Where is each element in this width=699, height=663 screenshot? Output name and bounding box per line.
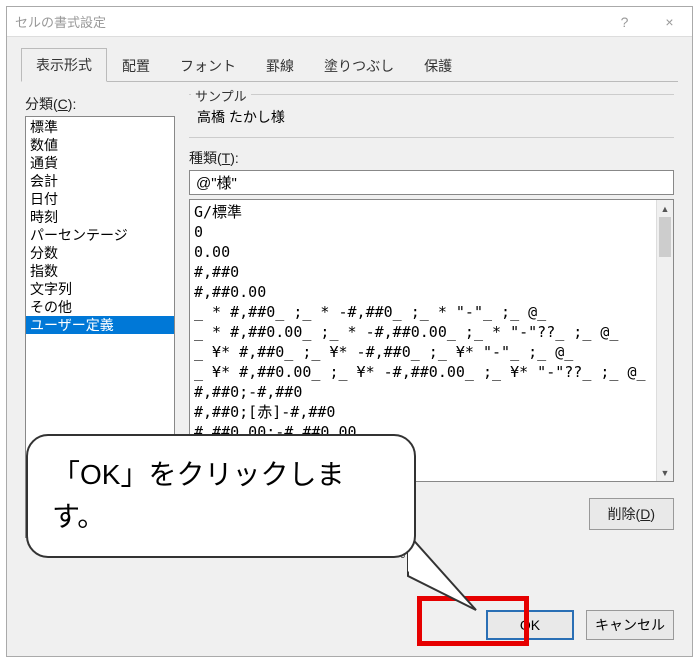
close-button[interactable]: × xyxy=(647,7,692,37)
scroll-track[interactable] xyxy=(657,217,673,464)
list-item[interactable]: 日付 xyxy=(26,190,174,208)
sample-value: 高橋 たかし様 xyxy=(195,99,668,127)
type-input[interactable] xyxy=(189,170,674,195)
list-item[interactable]: _ * #,##0_ ;_ * -#,##0_ ;_ * "-"_ ;_ @_ xyxy=(194,302,652,322)
callout-tail-icon xyxy=(402,528,492,618)
dialog-title: セルの書式設定 xyxy=(15,12,106,31)
tab-font[interactable]: フォント xyxy=(165,49,251,82)
dialog-buttons: OK キャンセル xyxy=(7,598,692,656)
list-item[interactable]: _ ¥* #,##0_ ;_ ¥* -#,##0_ ;_ ¥* "-"_ ;_ … xyxy=(194,342,652,362)
scrollbar[interactable]: ▲ ▼ xyxy=(656,200,673,481)
help-button[interactable]: ? xyxy=(602,7,647,37)
category-label: 分類(C): xyxy=(25,94,175,114)
tab-fill[interactable]: 塗りつぶし xyxy=(309,49,409,82)
tabstrip: 表示形式 配置 フォント 罫線 塗りつぶし 保護 xyxy=(7,37,692,81)
sample-label: サンプル xyxy=(191,86,251,105)
ok-button[interactable]: OK xyxy=(486,610,574,640)
delete-button[interactable]: 削除(D) xyxy=(589,498,674,530)
list-item[interactable]: 分数 xyxy=(26,244,174,262)
cancel-button[interactable]: キャンセル xyxy=(586,610,674,640)
list-item[interactable]: 会計 xyxy=(26,172,174,190)
list-item[interactable]: 数値 xyxy=(26,136,174,154)
list-item[interactable]: 標準 xyxy=(26,118,174,136)
tab-alignment[interactable]: 配置 xyxy=(107,49,165,82)
list-item[interactable]: #,##0;-#,##0 xyxy=(194,382,652,402)
instruction-callout: 「OK」をクリックします。 xyxy=(26,434,416,558)
tab-number-format[interactable]: 表示形式 xyxy=(21,48,107,82)
sample-group: サンプル 高橋 たかし様 xyxy=(189,94,674,138)
titlebar: セルの書式設定 ? × xyxy=(7,7,692,37)
list-item[interactable]: #,##0.00 xyxy=(194,282,652,302)
list-item[interactable]: 指数 xyxy=(26,262,174,280)
list-item[interactable]: _ * #,##0.00_ ;_ * -#,##0.00_ ;_ * "-"??… xyxy=(194,322,652,342)
callout-text: 「OK」をクリックします。 xyxy=(52,454,390,538)
scroll-thumb[interactable] xyxy=(659,217,671,257)
list-item[interactable]: その他 xyxy=(26,298,174,316)
format-cells-dialog: セルの書式設定 ? × 表示形式 配置 フォント 罫線 塗りつぶし 保護 分類(… xyxy=(6,6,693,657)
scroll-up-icon[interactable]: ▲ xyxy=(657,200,673,217)
list-item[interactable]: G/標準 xyxy=(194,202,652,222)
list-item[interactable]: 文字列 xyxy=(26,280,174,298)
list-item[interactable]: 0.00 xyxy=(194,242,652,262)
list-item[interactable]: 0 xyxy=(194,222,652,242)
list-item-custom[interactable]: ユーザー定義 xyxy=(26,316,174,334)
tab-protection[interactable]: 保護 xyxy=(409,49,467,82)
type-label: 種類(T): xyxy=(189,148,674,168)
scroll-down-icon[interactable]: ▼ xyxy=(657,464,673,481)
list-item[interactable]: 通貨 xyxy=(26,154,174,172)
list-item[interactable]: #,##0;[赤]-#,##0 xyxy=(194,402,652,422)
list-item[interactable]: #,##0 xyxy=(194,262,652,282)
list-item[interactable]: 時刻 xyxy=(26,208,174,226)
list-item[interactable]: パーセンテージ xyxy=(26,226,174,244)
list-item[interactable]: _ ¥* #,##0.00_ ;_ ¥* -#,##0.00_ ;_ ¥* "-… xyxy=(194,362,652,382)
tab-border[interactable]: 罫線 xyxy=(251,49,309,82)
